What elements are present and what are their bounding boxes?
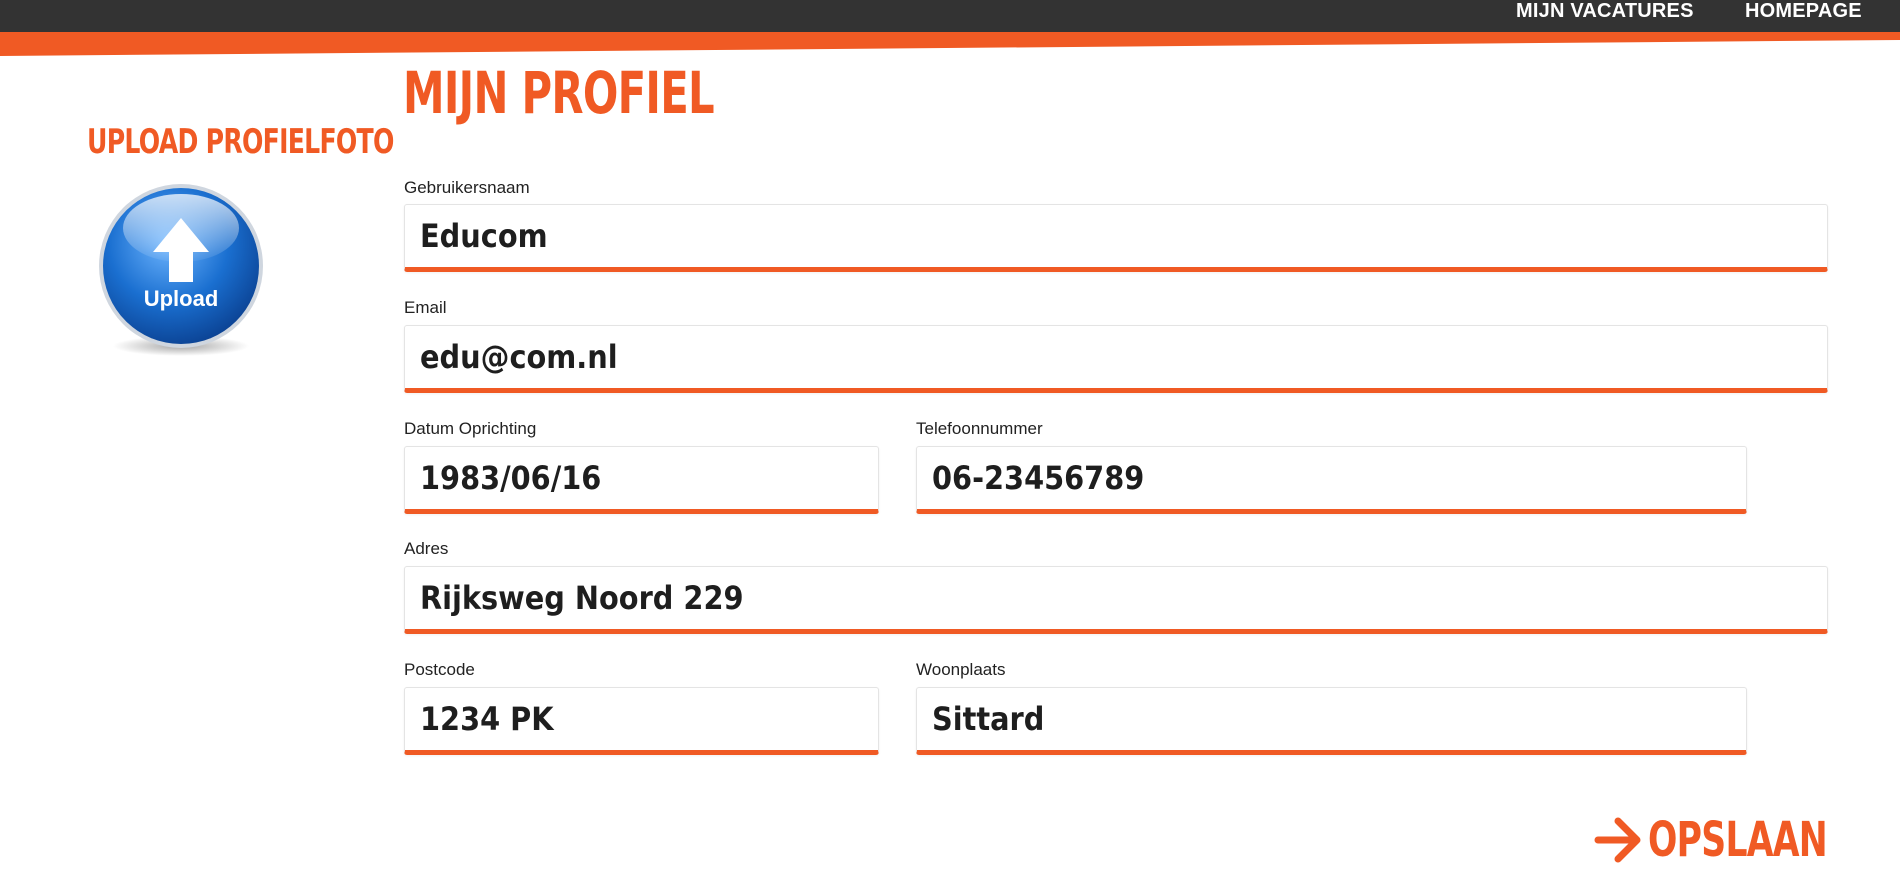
upload-profile-photo-title: UPLOAD PROFIELFOTO xyxy=(87,122,394,162)
email-label: Email xyxy=(404,298,447,317)
phone-label: Telefoonnummer xyxy=(916,419,1043,438)
postcode-input[interactable] xyxy=(404,687,879,755)
city-input[interactable] xyxy=(916,687,1747,755)
upload-icon: Upload xyxy=(99,184,263,356)
page-title: MIJN PROFIEL xyxy=(403,59,715,127)
nav-homepage[interactable]: HOMEPAGE xyxy=(1745,0,1862,22)
save-label: OPSLAAN xyxy=(1648,812,1828,868)
address-label: Adres xyxy=(404,539,449,558)
founding-date-label: Datum Oprichting xyxy=(404,419,537,438)
upload-label: Upload xyxy=(144,286,219,311)
address-input[interactable] xyxy=(404,566,1828,634)
username-input[interactable] xyxy=(404,204,1828,272)
username-label: Gebruikersnaam xyxy=(404,178,530,197)
city-label: Woonplaats xyxy=(916,660,1006,679)
founding-date-input[interactable] xyxy=(404,446,879,514)
arrow-right-icon xyxy=(1594,817,1641,863)
postcode-label: Postcode xyxy=(404,660,475,679)
save-button[interactable]: OPSLAAN xyxy=(1594,808,1897,872)
email-input[interactable] xyxy=(404,325,1828,393)
upload-photo-button[interactable]: Upload xyxy=(90,178,276,364)
phone-input[interactable] xyxy=(916,446,1747,514)
nav-mijn-vacatures[interactable]: MIJN VACATURES xyxy=(1516,0,1694,22)
